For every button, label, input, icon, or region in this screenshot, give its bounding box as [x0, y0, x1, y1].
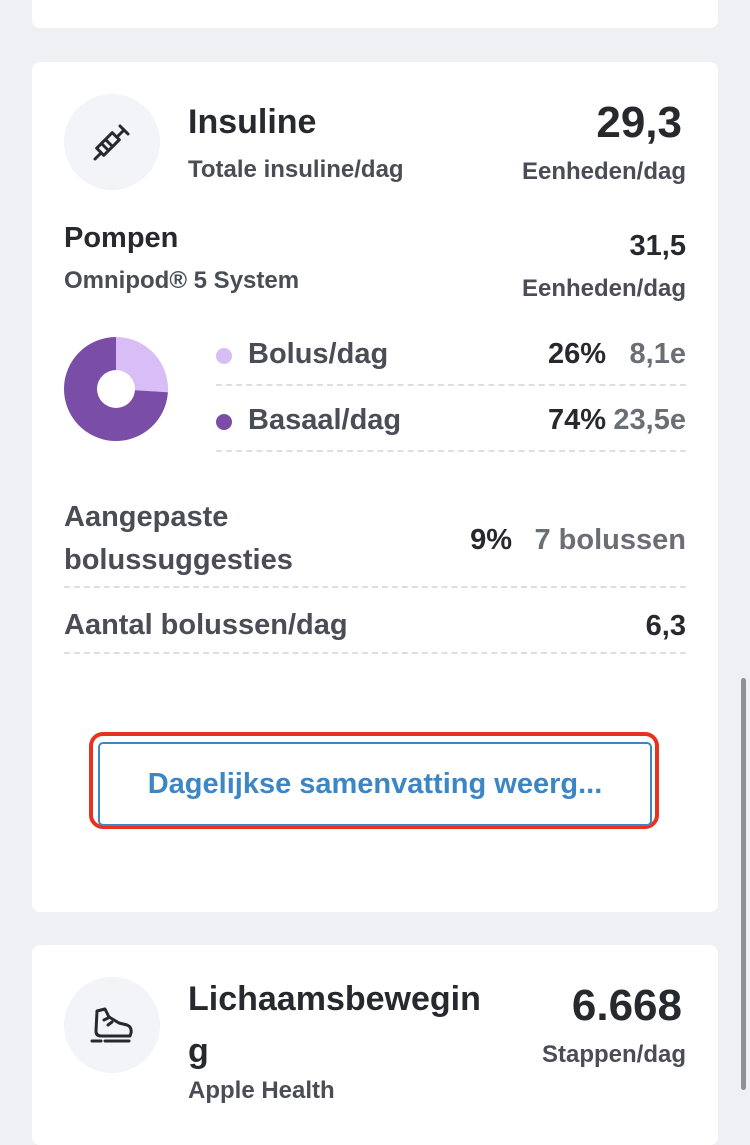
activity-value: 6.668 — [571, 981, 682, 1030]
bolus-amount: 8,1e — [629, 338, 686, 370]
insulin-subtitle: Totale insuline/dag — [188, 156, 404, 183]
activity-unit: Stappen/dag — [541, 1041, 686, 1068]
scrollbar[interactable] — [741, 678, 746, 1090]
basal-amount: 23,5e — [613, 404, 686, 436]
syringe-icon — [93, 124, 130, 161]
insulin-total-value: 29,3 — [596, 98, 682, 147]
activity-title-line2: g — [188, 1032, 209, 1070]
basal-label: Basaal/dag — [248, 404, 402, 436]
adjusted-bolus-percent: 9% — [470, 524, 512, 556]
adjusted-bolus-count: 7 bolussen — [534, 524, 687, 556]
donut-hole — [97, 370, 135, 408]
bolus-color-dot — [216, 348, 232, 364]
activity-title-line1: Lichaamsbewegin — [188, 980, 481, 1018]
bolus-count-row: Aantal bolussen/dag 6,3 — [64, 602, 686, 654]
adjusted-bolus-row: Aangepaste bolussuggesties 9% 7 bolussen — [64, 494, 686, 588]
daily-summary-button[interactable]: Dagelijkse samenvatting weerg... — [98, 742, 652, 826]
insulin-donut-chart — [64, 337, 168, 441]
pump-unit: Eenheden/dag — [521, 275, 686, 302]
activity-card: Lichaamsbewegin g Apple Health 6.668 Sta… — [32, 945, 718, 1145]
bolus-count-label: Aantal bolussen/dag — [64, 609, 348, 641]
insulin-title: Insuline — [188, 103, 317, 141]
basal-percent: 74% — [547, 404, 606, 436]
insulin-icon-circle — [64, 94, 160, 190]
pump-system: Omnipod® 5 System — [64, 267, 300, 294]
bolus-count-value: 6,3 — [645, 610, 686, 642]
activity-subtitle: Apple Health — [188, 1077, 335, 1104]
adjusted-bolus-label-line2: bolussuggesties — [64, 544, 293, 576]
pump-value: 31,5 — [629, 230, 686, 262]
bolus-label: Bolus/dag — [248, 338, 389, 370]
insulin-card: Insuline Totale insuline/dag 29,3 Eenhed… — [32, 62, 718, 912]
adjusted-bolus-label-line1: Aangepaste — [64, 501, 229, 533]
legend-row-basal: Basaal/dag 74% 23,5e — [216, 396, 686, 452]
previous-card — [32, 0, 718, 28]
basal-color-dot — [216, 414, 232, 430]
bolus-percent: 26% — [547, 338, 606, 370]
insulin-total-unit: Eenheden/dag — [521, 158, 686, 185]
activity-icon-circle — [64, 977, 160, 1073]
pump-title: Pompen — [64, 222, 179, 254]
shoe-icon — [90, 1007, 133, 1043]
legend-row-bolus: Bolus/dag 26% 8,1e — [216, 330, 686, 386]
